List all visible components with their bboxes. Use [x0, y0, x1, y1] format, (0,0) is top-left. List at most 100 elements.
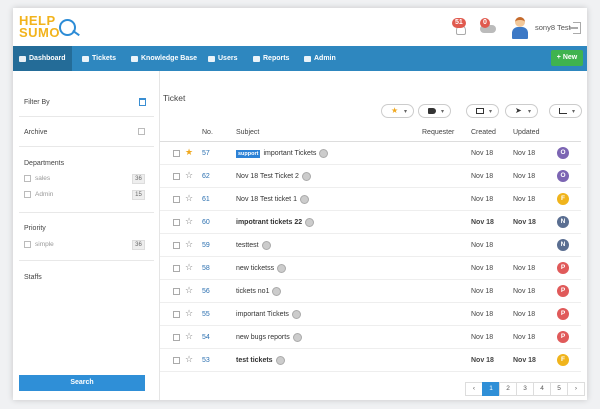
- ticket-subject[interactable]: Nov 18 Test Ticket 2: [236, 172, 311, 181]
- page-button[interactable]: 1: [482, 382, 500, 396]
- priority-simple-checkbox[interactable]: [24, 241, 31, 248]
- ticket-number[interactable]: 53: [202, 357, 210, 364]
- col-updated[interactable]: Updated: [513, 129, 539, 136]
- assignee-avatar[interactable]: N: [557, 239, 569, 251]
- table-row[interactable]: ★57supportimportant TicketsNov 18Nov 18O: [160, 142, 581, 165]
- row-checkbox[interactable]: [173, 196, 180, 203]
- row-checkbox[interactable]: [173, 288, 180, 295]
- table-row[interactable]: ☆59testtestNov 18N: [160, 234, 581, 257]
- helpsumo-logo[interactable]: HELP SUMO: [19, 15, 91, 43]
- send-filter-button[interactable]: ➤ ▾: [505, 104, 538, 118]
- table-row[interactable]: ☆62Nov 18 Test Ticket 2Nov 18Nov 18O: [160, 165, 581, 188]
- ticket-subject[interactable]: Nov 18 Test ticket 1: [236, 195, 309, 204]
- star-icon[interactable]: ★: [185, 147, 193, 157]
- star-icon[interactable]: ☆: [185, 354, 193, 364]
- ticket-subject[interactable]: tickets no1: [236, 287, 281, 296]
- row-checkbox[interactable]: [173, 150, 180, 157]
- ticket-number[interactable]: 58: [202, 265, 210, 272]
- nav-admin[interactable]: Admin: [298, 46, 342, 71]
- page-button[interactable]: 3: [516, 382, 534, 396]
- ticket-number[interactable]: 59: [202, 242, 210, 249]
- nav-knowledge-base[interactable]: Knowledge Base: [125, 46, 203, 71]
- ticket-subject[interactable]: testtest: [236, 241, 271, 250]
- new-ticket-button[interactable]: + New: [551, 50, 583, 66]
- departments-label: Departments: [24, 160, 64, 167]
- ticket-subject[interactable]: supportimportant Tickets: [236, 149, 328, 158]
- ticket-number[interactable]: 54: [202, 334, 210, 341]
- ticket-subject[interactable]: test tickets: [236, 356, 285, 365]
- assignee-avatar[interactable]: P: [557, 262, 569, 274]
- ticket-subject[interactable]: impotrant tickets 22: [236, 218, 314, 227]
- row-checkbox[interactable]: [173, 334, 180, 341]
- col-requester[interactable]: Requester: [422, 129, 454, 136]
- date-filter-button[interactable]: ▾: [466, 104, 499, 118]
- star-icon[interactable]: ☆: [185, 262, 193, 272]
- page-title: Ticket: [163, 93, 185, 103]
- assignee-avatar[interactable]: F: [557, 354, 569, 366]
- ticket-number[interactable]: 61: [202, 196, 210, 203]
- ticket-number[interactable]: 62: [202, 173, 210, 180]
- nav-tickets[interactable]: Tickets: [76, 46, 122, 71]
- ticket-updated: Nov 18: [513, 311, 535, 318]
- nav-dashboard[interactable]: Dashboard: [13, 46, 72, 71]
- nav-reports[interactable]: Reports: [247, 46, 295, 71]
- assignee-avatar[interactable]: F: [557, 193, 569, 205]
- assignee-avatar[interactable]: O: [557, 147, 569, 159]
- table-row[interactable]: ☆53test ticketsNov 18Nov 18F: [160, 349, 581, 372]
- ticket-subject[interactable]: new bugs reports: [236, 333, 302, 342]
- ticket-number[interactable]: 60: [202, 219, 210, 226]
- page-button[interactable]: 5: [550, 382, 568, 396]
- prev-page-button[interactable]: ‹: [465, 382, 483, 396]
- ticket-subject[interactable]: important Tickets: [236, 310, 301, 319]
- dept-sales-checkbox[interactable]: [24, 175, 31, 182]
- dept-admin-checkbox[interactable]: [24, 191, 31, 198]
- row-checkbox[interactable]: [173, 311, 180, 318]
- user-avatar[interactable]: [511, 17, 529, 39]
- table-row[interactable]: ☆61Nov 18 Test ticket 1Nov 18Nov 18F: [160, 188, 581, 211]
- ticket-number[interactable]: 56: [202, 288, 210, 295]
- col-subject[interactable]: Subject: [236, 129, 259, 136]
- username-label[interactable]: sony8 Test: [535, 23, 571, 32]
- row-checkbox[interactable]: [173, 242, 180, 249]
- star-icon[interactable]: ☆: [185, 170, 193, 180]
- ticket-number[interactable]: 57: [202, 150, 210, 157]
- ticket-subject[interactable]: new ticketss: [236, 264, 286, 273]
- assignee-avatar[interactable]: P: [557, 331, 569, 343]
- page-button[interactable]: 4: [533, 382, 551, 396]
- row-checkbox[interactable]: [173, 357, 180, 364]
- chart-filter-button[interactable]: ▾: [549, 104, 582, 118]
- row-checkbox[interactable]: [173, 173, 180, 180]
- assignee-avatar[interactable]: P: [557, 308, 569, 320]
- col-created[interactable]: Created: [471, 129, 496, 136]
- trash-icon[interactable]: [139, 98, 146, 106]
- star-icon[interactable]: ☆: [185, 216, 193, 226]
- star-icon[interactable]: ☆: [185, 308, 193, 318]
- search-button[interactable]: Search: [19, 375, 145, 391]
- logout-icon[interactable]: [570, 22, 582, 34]
- table-row[interactable]: ☆55important TicketsNov 18Nov 18P: [160, 303, 581, 326]
- star-icon[interactable]: ☆: [185, 193, 193, 203]
- page-button[interactable]: 2: [499, 382, 517, 396]
- col-no[interactable]: No.: [202, 129, 213, 136]
- table-row[interactable]: ☆54new bugs reportsNov 18Nov 18P: [160, 326, 581, 349]
- notification-badge: 51: [452, 18, 466, 28]
- star-icon[interactable]: ☆: [185, 239, 193, 249]
- row-checkbox[interactable]: [173, 219, 180, 226]
- assignee-avatar[interactable]: O: [557, 170, 569, 182]
- row-checkbox[interactable]: [173, 265, 180, 272]
- assignee-avatar[interactable]: P: [557, 285, 569, 297]
- ticket-tag: support: [236, 150, 260, 158]
- nav-users[interactable]: Users: [202, 46, 243, 71]
- star-filter-button[interactable]: ★ ▾: [381, 104, 414, 118]
- table-row[interactable]: ☆58new ticketssNov 18Nov 18P: [160, 257, 581, 280]
- archive-checkbox[interactable]: [138, 128, 145, 135]
- next-page-button[interactable]: ›: [567, 382, 585, 396]
- table-row[interactable]: ☆60impotrant tickets 22Nov 18Nov 18N: [160, 211, 581, 234]
- tag-filter-button[interactable]: ▾: [418, 104, 451, 118]
- ticket-number[interactable]: 55: [202, 311, 210, 318]
- main-nav: Dashboard Tickets Knowledge Base Users R…: [13, 46, 587, 71]
- assignee-avatar[interactable]: N: [557, 216, 569, 228]
- table-row[interactable]: ☆56tickets no1Nov 18Nov 18P: [160, 280, 581, 303]
- star-icon[interactable]: ☆: [185, 331, 193, 341]
- star-icon[interactable]: ☆: [185, 285, 193, 295]
